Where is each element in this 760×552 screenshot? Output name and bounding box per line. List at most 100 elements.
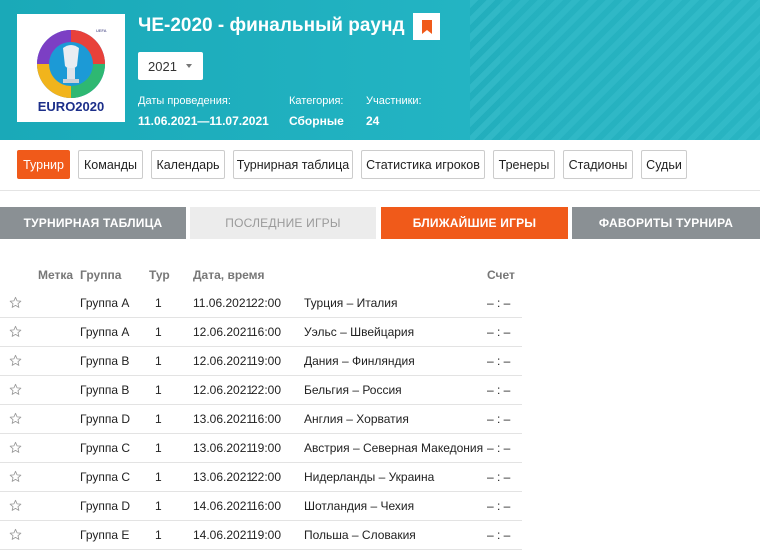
row-group: Группа B: [80, 354, 130, 368]
row-round: 1: [155, 296, 162, 310]
star-icon[interactable]: [9, 441, 22, 454]
row-match[interactable]: Бельгия – Россия: [304, 376, 402, 405]
row-match[interactable]: Турция – Италия: [304, 289, 397, 318]
row-time: 16:00: [251, 325, 282, 339]
star-icon[interactable]: [9, 528, 22, 541]
row-score: – : –: [487, 383, 511, 397]
tournament-header: UEFA EURO2020 ЧЕ-2020 - финальный раунд …: [0, 0, 760, 140]
row-round: 1: [155, 325, 162, 339]
nav-player-stats[interactable]: Статистика игроков: [361, 150, 485, 179]
row-match[interactable]: Уэльс – Швейцария: [304, 318, 414, 347]
tab-upcoming-games[interactable]: Ближайшие игры: [381, 207, 568, 239]
bookmark-button[interactable]: [413, 13, 440, 40]
row-round: 1: [155, 412, 162, 426]
row-group: Группа A: [80, 325, 130, 339]
banner-overlay: [500, 0, 760, 140]
row-date: 12.06.2021: [193, 383, 254, 397]
nav-calendar[interactable]: Календарь: [151, 150, 225, 179]
table-row[interactable]: Группа B 1 12.06.2021 19:00 Дания – Финлянди…: [0, 347, 522, 376]
nav-teams[interactable]: Команды: [78, 150, 143, 179]
meta-category: Категория: Сборные: [289, 95, 344, 128]
row-match[interactable]: Польша – Словакия: [304, 521, 416, 550]
row-score: – : –: [487, 528, 511, 542]
tab-recent-games[interactable]: Последние игры: [190, 207, 376, 239]
row-date: 14.06.2021: [193, 528, 254, 542]
row-match[interactable]: Нидерланды – Украина: [304, 463, 434, 492]
row-group: Группа D: [80, 499, 131, 513]
euro2020-logo-icon: UEFA EURO2020: [37, 28, 107, 114]
meta-category-value: Сборные: [289, 114, 344, 128]
row-match[interactable]: Дания – Финляндия: [304, 347, 415, 376]
star-icon[interactable]: [9, 470, 22, 483]
page-title: ЧЕ-2020 - финальный раунд: [138, 15, 405, 36]
table-row[interactable]: Группа D 1 14.06.2021 16:00 Шотландия – Чехи…: [0, 492, 522, 521]
meta-category-label: Категория:: [289, 95, 344, 107]
meta-participants: Участники: 24: [366, 95, 422, 128]
row-score: – : –: [487, 296, 511, 310]
table-row[interactable]: Группа C 1 13.06.2021 19:00 Австрия – Северн…: [0, 434, 522, 463]
table-row[interactable]: Группа A 1 11.06.2021 22:00 Турция – Италия –…: [0, 289, 522, 318]
chevron-down-icon: [186, 64, 192, 68]
year-select-value: 2021: [148, 58, 177, 74]
nav-standings[interactable]: Турнирная таблица: [233, 150, 353, 179]
row-match[interactable]: Шотландия – Чехия: [304, 492, 414, 521]
row-round: 1: [155, 528, 162, 542]
row-group: Группа C: [80, 441, 131, 455]
row-group: Группа B: [80, 383, 130, 397]
star-icon[interactable]: [9, 383, 22, 396]
star-icon[interactable]: [9, 412, 22, 425]
nav-tournament[interactable]: Турнир: [17, 150, 70, 179]
row-score: – : –: [487, 354, 511, 368]
euro-logo-text: EURO2020: [38, 99, 104, 114]
row-score: – : –: [487, 470, 511, 484]
star-icon[interactable]: [9, 354, 22, 367]
row-time: 16:00: [251, 499, 282, 513]
row-round: 1: [155, 499, 162, 513]
column-header-round: Тур: [149, 268, 170, 282]
table-row[interactable]: Группа C 1 13.06.2021 22:00 Нидерланды – Укр…: [0, 463, 522, 492]
row-time: 22:00: [251, 470, 282, 484]
row-round: 1: [155, 470, 162, 484]
meta-dates-value: 11.06.2021—11.07.2021: [138, 114, 269, 128]
year-select[interactable]: 2021: [138, 52, 203, 80]
tournament-logo: UEFA EURO2020: [17, 14, 125, 122]
row-match[interactable]: Англия – Хорватия: [304, 405, 409, 434]
star-icon[interactable]: [9, 325, 22, 338]
column-header-datetime: Дата, время: [193, 268, 265, 282]
row-date: 14.06.2021: [193, 499, 254, 513]
divider: [0, 190, 760, 191]
row-group: Группа C: [80, 470, 131, 484]
row-round: 1: [155, 383, 162, 397]
nav-referees[interactable]: Судьи: [641, 150, 687, 179]
tab-standings[interactable]: Турнирная таблица: [0, 207, 186, 239]
row-score: – : –: [487, 325, 511, 339]
row-date: 13.06.2021: [193, 412, 254, 426]
row-date: 11.06.2021: [193, 296, 253, 310]
row-date: 13.06.2021: [193, 441, 254, 455]
row-time: 22:00: [251, 383, 282, 397]
table-row[interactable]: Группа E 1 14.06.2021 19:00 Польша – Словаки…: [0, 521, 522, 550]
row-time: 19:00: [251, 354, 282, 368]
meta-dates: Даты проведения: 11.06.2021—11.07.2021: [138, 95, 269, 128]
table-row[interactable]: Группа D 1 13.06.2021 16:00 Англия – Хорвати…: [0, 405, 522, 434]
row-group: Группа E: [80, 528, 130, 542]
row-match[interactable]: Австрия – Северная Македония: [304, 434, 483, 463]
row-time: 19:00: [251, 528, 282, 542]
table-row[interactable]: Группа A 1 12.06.2021 16:00 Уэльс – Швейцари…: [0, 318, 522, 347]
tab-favorites[interactable]: Фавориты турнира: [572, 207, 760, 239]
meta-participants-label: Участники:: [366, 95, 422, 107]
bookmark-icon: [421, 19, 432, 34]
nav-coaches[interactable]: Тренеры: [493, 150, 555, 179]
star-icon[interactable]: [9, 296, 22, 309]
row-round: 1: [155, 441, 162, 455]
column-header-group: Группа: [80, 268, 122, 282]
row-group: Группа D: [80, 412, 131, 426]
row-time: 19:00: [251, 441, 282, 455]
uefa-label: UEFA: [96, 28, 107, 33]
row-score: – : –: [487, 441, 511, 455]
row-time: 16:00: [251, 412, 282, 426]
nav-stadiums[interactable]: Стадионы: [563, 150, 633, 179]
table-row[interactable]: Группа B 1 12.06.2021 22:00 Бельгия – Россия…: [0, 376, 522, 405]
row-date: 13.06.2021: [193, 470, 254, 484]
star-icon[interactable]: [9, 499, 22, 512]
